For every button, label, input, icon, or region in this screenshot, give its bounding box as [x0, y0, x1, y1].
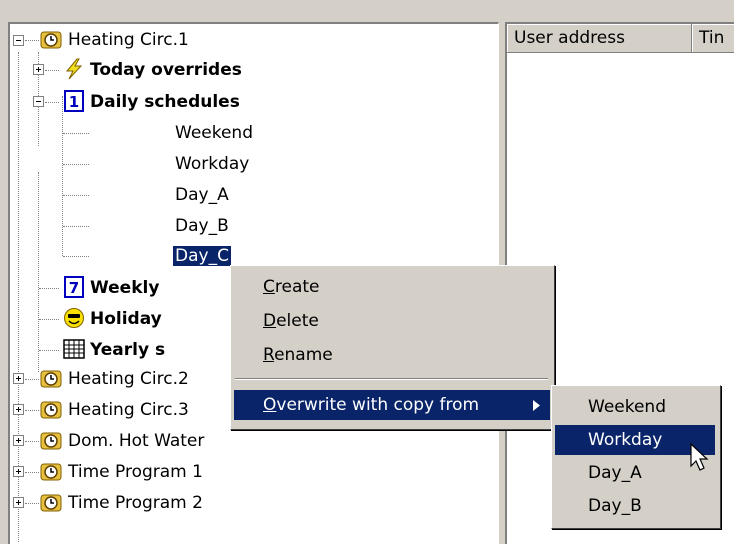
tree-item-time-program-2[interactable]: Time Program 2 — [68, 490, 203, 516]
tree-item-heating-circ-1[interactable]: Heating Circ.1 — [68, 27, 189, 53]
hotkey-o: O — [263, 395, 277, 415]
menu-item-rename[interactable]: Rename — [231, 340, 554, 370]
clock-icon — [40, 401, 62, 419]
mouse-cursor-icon — [690, 443, 709, 471]
hotkey-r: R — [263, 345, 275, 365]
tree-line — [25, 379, 39, 380]
tree-item-day-c[interactable]: Day_C — [172, 243, 232, 269]
expand-toggle[interactable] — [13, 466, 24, 477]
hotkey-d: D — [263, 311, 277, 331]
clock-icon — [40, 432, 62, 450]
tree-line — [45, 102, 59, 103]
menu-label: elete — [276, 311, 319, 331]
tree-line — [63, 164, 89, 165]
expand-toggle[interactable] — [13, 404, 24, 415]
tree-item-today-overrides[interactable]: Today overrides — [90, 57, 242, 83]
svg-text:7: 7 — [69, 279, 79, 297]
tree-item-heating-circ-3[interactable]: Heating Circ.3 — [68, 397, 189, 423]
tree-line — [45, 70, 59, 71]
tree-line — [25, 503, 39, 504]
tree-item-heating-circ-2[interactable]: Heating Circ.2 — [68, 366, 189, 392]
hotkey-c: C — [263, 277, 275, 297]
tree-line — [38, 172, 39, 372]
menu-item-delete[interactable]: Delete — [231, 306, 554, 336]
tree-line — [25, 40, 39, 41]
menu-separator — [235, 378, 548, 380]
expand-toggle[interactable] — [33, 64, 44, 75]
tree-line — [63, 256, 89, 257]
tree-item-holiday[interactable]: Holiday — [90, 306, 162, 332]
menu-item-overwrite[interactable]: Overwrite with copy from — [234, 390, 550, 420]
lightning-icon — [65, 58, 83, 80]
clock-icon — [40, 494, 62, 512]
tree-item-day-a[interactable]: Day_A — [175, 182, 229, 208]
tree-item-day-b[interactable]: Day_B — [175, 213, 229, 239]
tree-line — [63, 226, 89, 227]
submenu-item-day-b[interactable]: Day_B — [555, 491, 715, 521]
tree-line — [62, 96, 63, 256]
tree-line — [25, 410, 39, 411]
collapse-toggle[interactable] — [33, 96, 44, 107]
grid-calendar-icon — [63, 339, 85, 359]
tree-item-weekend[interactable]: Weekend — [175, 120, 253, 146]
clock-icon — [40, 31, 62, 49]
tree-line — [25, 441, 39, 442]
smiley-icon — [64, 308, 84, 328]
clock-icon — [40, 463, 62, 481]
tree-line — [63, 195, 89, 196]
selected-item-label: Day_C — [172, 245, 232, 267]
submenu-item-weekend[interactable]: Weekend — [555, 392, 715, 422]
tree-item-time-program-1[interactable]: Time Program 1 — [68, 459, 203, 485]
tree-item-weekly[interactable]: Weekly — [90, 275, 159, 301]
tree-item-yearly[interactable]: Yearly s — [90, 337, 165, 363]
clock-icon — [40, 370, 62, 388]
expand-toggle[interactable] — [13, 435, 24, 446]
tree-line — [39, 319, 59, 320]
calendar-1-icon: 1 — [64, 90, 84, 112]
tree-item-workday[interactable]: Workday — [175, 151, 249, 177]
menu-label: reate — [274, 277, 320, 297]
collapse-toggle[interactable] — [13, 35, 24, 46]
menu-label: verwrite with copy from — [276, 395, 480, 415]
menu-item-create[interactable]: Create — [231, 272, 554, 302]
tree-line — [25, 472, 39, 473]
submenu-arrow-icon — [533, 400, 540, 411]
context-menu: Create Delete Rename Overwrite with copy… — [230, 265, 555, 430]
calendar-7-icon: 7 — [64, 276, 84, 298]
expand-toggle[interactable] — [13, 497, 24, 508]
column-header-time[interactable]: Tin — [692, 24, 734, 53]
tree-line — [63, 133, 89, 134]
expand-toggle[interactable] — [13, 373, 24, 384]
svg-text:1: 1 — [69, 93, 79, 111]
tree-line — [39, 350, 59, 351]
tree-item-dom-hot-water[interactable]: Dom. Hot Water — [68, 428, 204, 454]
menu-label: ename — [274, 345, 333, 365]
tree-line — [39, 288, 59, 289]
tree-item-daily-schedules[interactable]: Daily schedules — [90, 89, 240, 115]
column-header-user-address[interactable]: User address — [507, 24, 692, 53]
